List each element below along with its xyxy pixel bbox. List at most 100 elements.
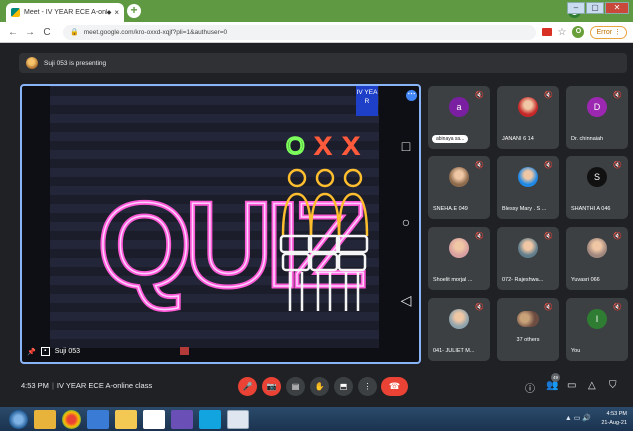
mic-muted-icon: 🔇 [475,233,484,240]
meeting-info: 4:53 PM | IV YEAR ECE A-online class [21,381,152,390]
mic-muted-icon: 🔇 [475,162,484,169]
taskbar-app-6[interactable] [171,409,193,429]
participant-name: JANANI 6 14 [502,136,534,142]
tab-close-icon[interactable]: × [114,8,119,17]
mic-off-button[interactable]: 🎤 [238,377,257,396]
chat-icon[interactable]: ▭ [567,380,576,391]
participant-tile[interactable]: 🔇 SNEHA.E 049 [428,156,490,219]
profile-avatar[interactable]: O [572,26,585,38]
taskbar-app-1[interactable] [34,409,56,429]
participant-avatar [587,238,607,258]
skype-icon[interactable] [199,409,221,429]
participant-avatar [449,309,469,329]
new-tab-button[interactable]: + [127,4,141,18]
start-button[interactable] [9,409,28,429]
presentation-stage[interactable]: QUIZ QUIZ O X X IV YEA R ⋯ □ ○ ◁ 📌 ▪ Suj… [20,84,421,364]
maximize-button[interactable]: ▢ [586,2,604,14]
close-window-button[interactable]: ✕ [605,2,629,14]
address-bar: ← → C 🔒 meet.google.com/kro-oxxd-xqjf?pl… [0,22,633,43]
mic-muted-icon: 🔇 [475,92,484,99]
separator: | [51,381,54,390]
participant-tile[interactable]: 🔇 072- Rajeshwa... [497,227,559,290]
meeting-time: 4:53 PM [21,381,49,390]
meeting-details-icon[interactable]: ⓘ [525,380,535,395]
forward-icon[interactable]: → [23,27,37,38]
mic-muted-icon: 🔇 [613,304,622,311]
back-icon[interactable]: ← [6,27,20,38]
taskbar-app-3[interactable] [87,409,109,429]
participant-avatar [518,167,538,187]
active-chrome-window[interactable] [227,409,249,429]
camera-indicator-icon[interactable] [541,28,552,36]
speaker-icon: ◆ [106,10,112,16]
raise-hand-button[interactable]: ✋ [310,377,329,396]
participant-tile[interactable]: 🔇 D Dr. chinnaiah [566,86,628,149]
android-overview-button[interactable]: □ [398,138,414,154]
minimize-button[interactable]: – [567,2,585,14]
mark-x-2: X [343,133,359,160]
mic-muted-icon: 🔇 [613,233,622,240]
chrome-taskbar-icon[interactable] [62,409,81,429]
notepad-icon[interactable] [143,409,165,429]
participant-avatar: S [587,167,607,187]
mic-muted-icon: 🔇 [544,304,553,311]
browser-tab-strip: Meet - IV YEAR ECE A-onlin ◆ × + – ▢ ✕ [0,0,633,22]
quiz-text-core: QUIZ [98,178,363,312]
file-explorer-icon[interactable] [115,409,137,429]
participant-tile[interactable]: 🔇 37 others [497,298,559,361]
participant-avatar [518,238,538,258]
more-options-button[interactable]: ⋮ [358,377,377,396]
participant-tile[interactable]: 🔇 S SHANTHI A 046 [566,156,628,219]
mic-muted-icon: 🔇 [544,162,553,169]
tray-icons[interactable]: ▲ ▭ 🔊 [565,414,591,422]
captions-button[interactable]: ▤ [286,377,305,396]
mic-muted-icon: 🔇 [544,233,553,240]
participant-name: SNEHA.E 049 [433,206,468,212]
participant-tile[interactable]: 🔇 a abinaya sa... [428,86,490,149]
host-controls-icon[interactable]: ⛉ [609,380,617,391]
tab-title: Meet - IV YEAR ECE A-onlin [24,9,107,16]
bookmark-star-icon[interactable]: ☆ [558,27,567,38]
mark-x-1: X [315,133,331,160]
leave-call-button[interactable]: ☎ [381,377,408,396]
system-clock[interactable]: 4:53 PM 21-Aug-21 [601,410,627,428]
present-now-button[interactable]: ⬒ [334,377,353,396]
camera-off-button[interactable]: 📷 [262,377,281,396]
url-text: meet.google.com/kro-oxxd-xqjf?pli=1&auth… [83,28,228,36]
android-home-button[interactable]: ○ [398,214,414,230]
participant-name: 072- Rajeshwa... [502,277,544,283]
participant-avatar [449,167,469,187]
error-label: Error [596,28,613,36]
participant-tile[interactable]: 🔇 I You [566,298,628,361]
clock-date: 21-Aug-21 [601,420,627,426]
year-label: IV YEA R [356,86,378,116]
shared-screen: QUIZ QUIZ O X X IV YEA R [50,86,379,348]
participant-name: You [571,348,581,354]
participant-avatar [517,311,539,327]
participant-tile[interactable]: 🔇 Yuvasri 066 [566,227,628,290]
android-back-button[interactable]: ◁ [398,292,414,309]
more-options-icon[interactable]: ⋯ [406,90,417,101]
participant-tile[interactable]: 🔇 JANANI 6 14 [497,86,559,149]
participant-avatar [449,238,469,258]
mic-muted-icon: 🔇 [475,304,484,311]
participant-tile[interactable]: 🔇 Shoelit morjal ... [428,227,490,290]
presenting-banner: Suji 053 is presenting [19,53,627,73]
participant-tile[interactable]: 🔇 041- JULIET M... [428,298,490,361]
pin-icon[interactable]: 📌 [27,348,36,356]
error-button[interactable]: Error ⋮ [590,25,627,39]
participant-count-badge: 49 [551,373,560,382]
participant-tile[interactable]: 🔇 Blessy Mary . S ... [497,156,559,219]
meeting-name: IV YEAR ECE A-online class [56,381,153,390]
browser-tab[interactable]: Meet - IV YEAR ECE A-onlin ◆ × [6,3,124,22]
participant-avatar: I [587,309,607,329]
mic-muted-icon: 🔇 [544,92,553,99]
presenting-text: Suji 053 is presenting [44,59,107,67]
mark-o: O [286,133,305,160]
mic-muted-icon: 🔇 [613,92,622,99]
reload-icon[interactable]: C [40,27,54,38]
participant-name: abinaya sa... [432,135,469,143]
activities-icon[interactable]: △ [588,380,596,391]
quiz-neon-graphic: QUIZ QUIZ O X X [96,132,372,315]
url-field[interactable]: 🔒 meet.google.com/kro-oxxd-xqjf?pli=1&au… [63,24,536,40]
